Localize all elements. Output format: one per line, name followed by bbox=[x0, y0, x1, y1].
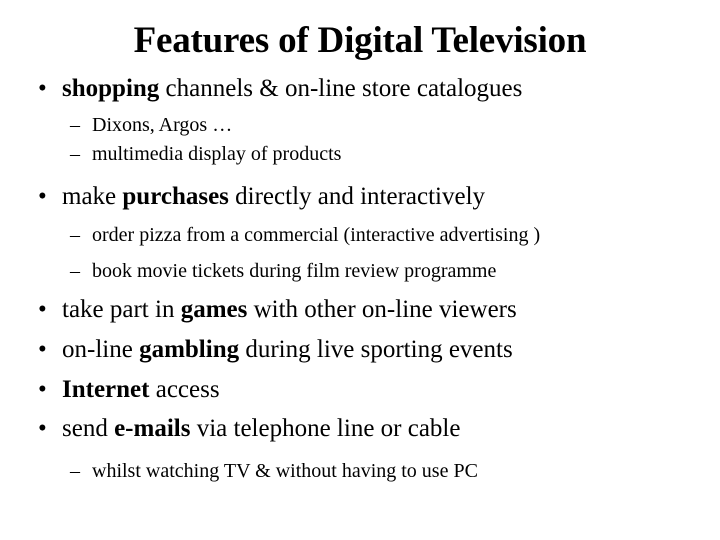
list-item-label: during live sporting events bbox=[239, 336, 513, 363]
list-item: • Internet access bbox=[0, 377, 720, 402]
list-item: – book movie tickets during film review … bbox=[0, 261, 720, 281]
list-item-emphasis: gambling bbox=[139, 336, 240, 363]
list-item-label: access bbox=[149, 376, 220, 403]
list-item-prefix: take part in bbox=[62, 296, 181, 323]
dash-marker-icon: – bbox=[70, 260, 80, 282]
bullet-marker-icon: • bbox=[38, 336, 47, 363]
list-item-emphasis: e-mails bbox=[114, 415, 191, 442]
list-item: • shopping channels & on-line store cata… bbox=[0, 76, 720, 101]
dash-marker-icon: – bbox=[70, 460, 80, 482]
slide-canvas: Features of Digital Television • shoppin… bbox=[0, 0, 720, 540]
bullet-marker-icon: • bbox=[38, 183, 47, 210]
list-item: – multimedia display of products bbox=[0, 144, 720, 164]
bullet-marker-icon: • bbox=[38, 415, 47, 442]
page-title: Features of Digital Television bbox=[133, 20, 587, 61]
list-item-emphasis: Internet bbox=[62, 376, 150, 403]
list-item-prefix: on-line bbox=[62, 336, 140, 363]
list-item-label: book movie tickets during film review pr… bbox=[92, 260, 497, 282]
list-item-label: with other on-line viewers bbox=[247, 296, 517, 323]
list-item-label: channels & on-line store catalogues bbox=[159, 75, 523, 102]
list-item-label: whilst watching TV & without having to u… bbox=[92, 460, 478, 482]
list-item: • send e-mails via telephone line or cab… bbox=[0, 416, 720, 441]
list-item: • on-line gambling during live sporting … bbox=[0, 337, 720, 362]
list-item-prefix: send bbox=[62, 415, 115, 442]
list-item: • make purchases directly and interactiv… bbox=[0, 184, 720, 209]
list-item-label: multimedia display of products bbox=[92, 143, 342, 165]
bullet-marker-icon: • bbox=[38, 376, 47, 403]
dash-marker-icon: – bbox=[70, 143, 80, 165]
list-item: – order pizza from a commercial (interac… bbox=[0, 225, 720, 245]
bullet-marker-icon: • bbox=[38, 75, 47, 102]
list-item: • take part in games with other on-line … bbox=[0, 297, 720, 322]
dash-marker-icon: – bbox=[70, 114, 80, 136]
bullet-list: • shopping channels & on-line store cata… bbox=[0, 76, 720, 481]
list-item-label: via telephone line or cable bbox=[190, 415, 461, 442]
dash-marker-icon: – bbox=[70, 224, 80, 246]
list-item-label: Dixons, Argos … bbox=[92, 114, 233, 136]
bullet-marker-icon: • bbox=[38, 296, 47, 323]
list-item-emphasis: games bbox=[180, 296, 248, 323]
list-item-prefix: make bbox=[62, 183, 123, 210]
list-item-label: directly and interactively bbox=[228, 183, 486, 210]
list-item-emphasis: purchases bbox=[122, 183, 229, 210]
list-item-label: order pizza from a commercial (interacti… bbox=[92, 224, 541, 246]
list-item-emphasis: shopping bbox=[62, 75, 160, 102]
list-item: – whilst watching TV & without having to… bbox=[0, 461, 720, 481]
list-item: – Dixons, Argos … bbox=[0, 115, 720, 135]
